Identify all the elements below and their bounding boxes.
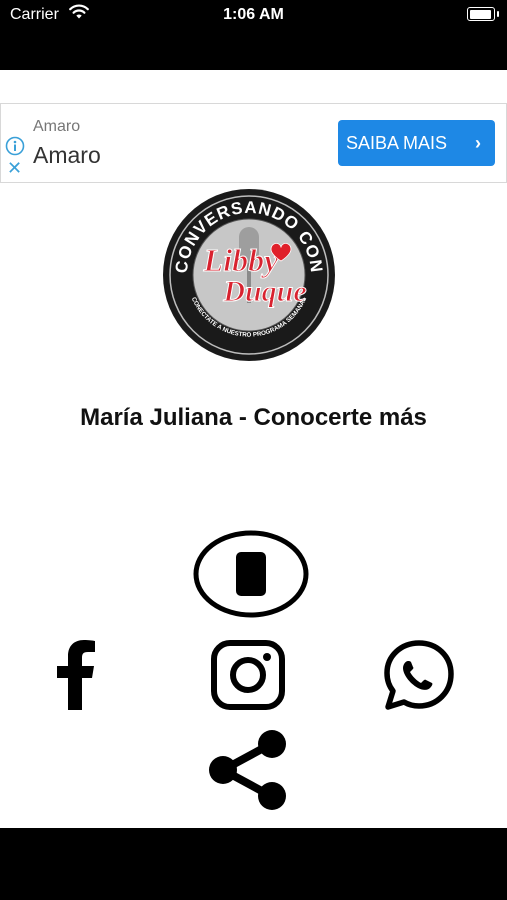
ad-advertiser: Amaro	[33, 118, 81, 135]
ad-cta-button[interactable]: SAIBA MAIS ›	[338, 120, 495, 166]
clock: 1:06 AM	[223, 6, 284, 23]
facebook-icon[interactable]	[55, 640, 97, 710]
ad-banner[interactable]: ✕ Amaro Amaro SAIBA MAIS ›	[0, 103, 507, 183]
chevron-right-icon: ›	[475, 133, 481, 153]
ad-title[interactable]: Amaro	[33, 142, 101, 169]
bottom-bar	[0, 828, 507, 900]
logo-script-line1: Libby	[203, 242, 279, 278]
podcast-logo: CONVERSANDO CON CONECTATE A NUESTRO PROG…	[163, 189, 335, 361]
track-title: María Juliana - Conocerte más	[80, 404, 427, 431]
stop-icon[interactable]	[193, 530, 309, 618]
share-icon[interactable]	[209, 730, 291, 812]
whatsapp-icon[interactable]	[381, 638, 457, 712]
logo-script-line2: Duque	[222, 275, 306, 308]
status-bar: Carrier 1:06 AM	[0, 0, 507, 70]
instagram-icon[interactable]	[210, 640, 286, 710]
close-icon[interactable]: ✕	[7, 159, 22, 177]
info-icon[interactable]	[5, 136, 25, 156]
ad-cta-label: SAIBA MAIS	[346, 133, 448, 153]
battery-icon	[467, 7, 499, 21]
